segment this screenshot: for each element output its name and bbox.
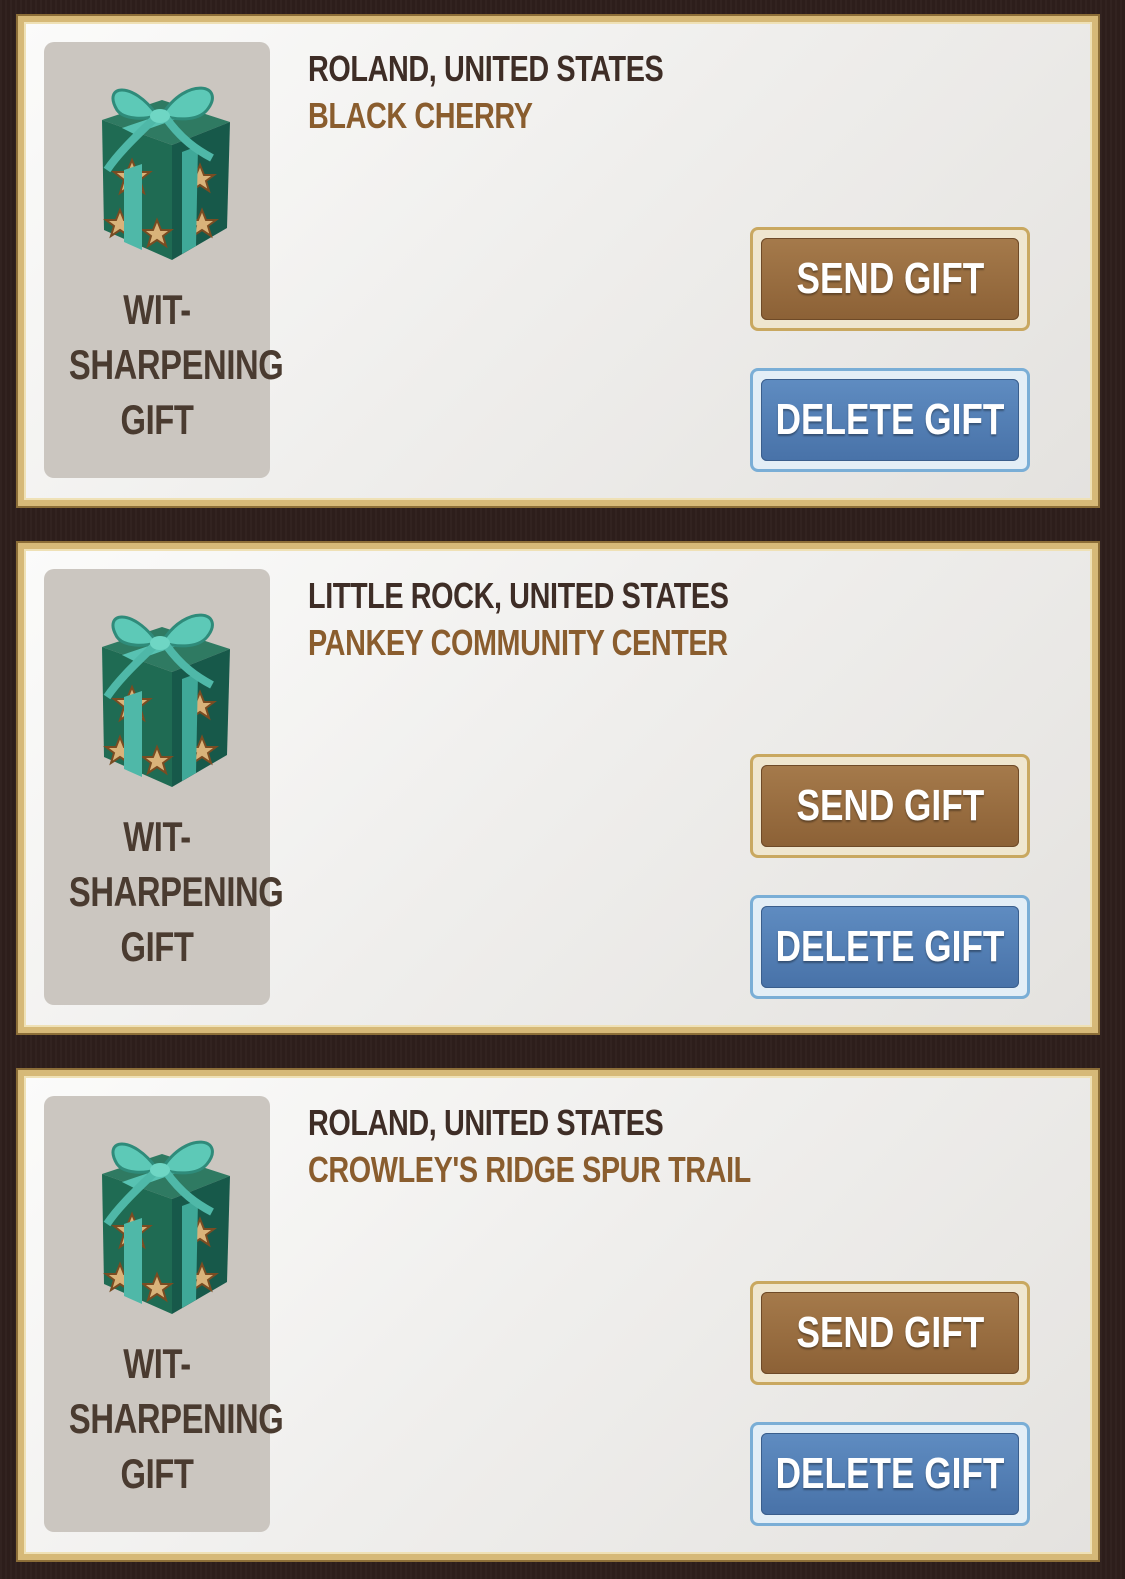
delete-gift-label: DELETE GIFT — [775, 922, 1005, 971]
gift-item-panel: WIT- SHARPENING GIFT — [44, 1096, 284, 1532]
send-gift-label: SEND GIFT — [796, 254, 984, 303]
send-gift-button[interactable]: SEND GIFT — [750, 1281, 1030, 1385]
sender-location: LITTLE ROCK, UNITED STATES — [308, 575, 729, 616]
gift-item-name: WIT- SHARPENING GIFT — [68, 1340, 284, 1497]
delete-gift-label: DELETE GIFT — [775, 395, 1005, 444]
gift-item-panel: WIT- SHARPENING GIFT — [44, 42, 284, 478]
gift-box-icon — [62, 1114, 252, 1324]
gift-item-panel: WIT- SHARPENING GIFT — [44, 569, 284, 1005]
sender-location: ROLAND, UNITED STATES — [308, 1102, 664, 1143]
sender-location: ROLAND, UNITED STATES — [308, 48, 664, 89]
send-gift-button[interactable]: SEND GIFT — [750, 227, 1030, 331]
gift-box-icon — [62, 60, 252, 270]
send-gift-label: SEND GIFT — [796, 781, 984, 830]
delete-gift-button[interactable]: DELETE GIFT — [750, 1422, 1030, 1526]
send-gift-label: SEND GIFT — [796, 1308, 984, 1357]
gift-box-icon — [62, 587, 252, 797]
poi-name: PANKEY COMMUNITY CENTER — [308, 622, 728, 663]
delete-gift-button[interactable]: DELETE GIFT — [750, 368, 1030, 472]
delete-gift-button[interactable]: DELETE GIFT — [750, 895, 1030, 999]
gift-item-name: WIT- SHARPENING GIFT — [68, 813, 284, 970]
gift-item-name: WIT- SHARPENING GIFT — [68, 286, 284, 443]
send-gift-button[interactable]: SEND GIFT — [750, 754, 1030, 858]
poi-name: BLACK CHERRY — [308, 95, 533, 136]
delete-gift-label: DELETE GIFT — [775, 1449, 1005, 1498]
gift-card: WIT- SHARPENING GIFT ROLAND, UNITED STAT… — [18, 16, 1098, 506]
gift-card: WIT- SHARPENING GIFT LITTLE ROCK, UNITED… — [18, 543, 1098, 1033]
poi-name: CROWLEY'S RIDGE SPUR TRAIL — [308, 1149, 751, 1190]
gift-card: WIT- SHARPENING GIFT ROLAND, UNITED STAT… — [18, 1070, 1098, 1560]
